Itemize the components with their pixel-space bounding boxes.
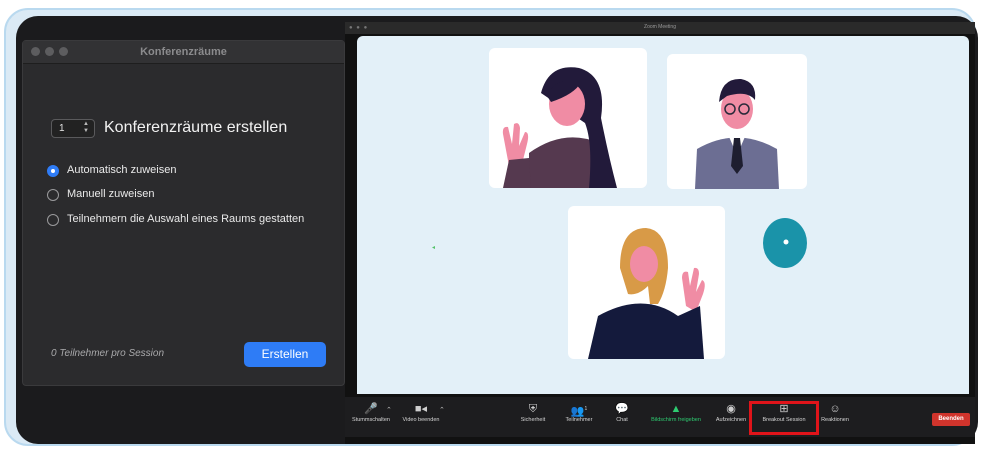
video-camera-icon: ■◂: [414, 403, 428, 415]
participants-button[interactable]: 👥1 Teilnehmer: [559, 403, 599, 423]
chat-icon: 💬: [615, 403, 629, 415]
video-options-chevron-icon[interactable]: ⌃: [439, 406, 445, 414]
meeting-stage: ◂: [357, 36, 969, 394]
zoom-window-title: Zoom Meeting: [644, 24, 676, 30]
share-screen-button[interactable]: ▲ Bildschirm freigeben: [645, 403, 707, 423]
avatar-illustration-man-glasses: [695, 78, 779, 189]
participant-card-2: [667, 54, 807, 189]
zoom-titlebar: ● ● ● Zoom Meeting: [345, 22, 975, 34]
participant-count: 1: [584, 406, 588, 412]
share-screen-icon: ▲: [670, 403, 682, 415]
option-label: Teilnehmern die Auswahl eines Raums gest…: [67, 213, 305, 225]
breakout-highlight-box: [749, 401, 819, 435]
participant-card-1: [489, 48, 647, 188]
create-button[interactable]: Erstellen: [244, 342, 326, 367]
chat-button[interactable]: 💬 Chat: [607, 403, 637, 423]
record-button[interactable]: ◉ Aufzeichnen: [711, 403, 751, 423]
security-button[interactable]: ⛨ Sicherheit: [513, 403, 553, 423]
option-label: Automatisch zuweisen: [67, 164, 177, 176]
decorative-green-mark: ◂: [432, 245, 436, 251]
participants-icon: 👥1: [570, 405, 588, 418]
room-count-value: 1: [59, 123, 65, 134]
participants-per-session-note: 0 Teilnehmer pro Session: [51, 348, 165, 359]
zoom-meeting-window: ● ● ● Zoom Meeting ◂ 🎤 Stummschalten ⌃ ■…: [345, 22, 975, 444]
reactions-icon: ☺: [829, 403, 841, 415]
participant-card-3: [568, 206, 725, 359]
stop-video-button[interactable]: ■◂ Video beenden: [399, 403, 443, 423]
meeting-toolbar: 🎤 Stummschalten ⌃ ■◂ Video beenden ⌃ ⛨ S…: [345, 397, 975, 437]
avatar-illustration-woman-hijab: [588, 228, 705, 359]
reactions-button[interactable]: ☺ Reaktionen: [815, 403, 855, 423]
radio-selected-icon[interactable]: [47, 165, 59, 177]
end-meeting-button[interactable]: Beenden: [932, 413, 970, 426]
audio-options-chevron-icon[interactable]: ⌃: [386, 406, 392, 414]
dialog-title: Konferenzräume: [140, 46, 227, 58]
shield-icon: ⛨: [528, 403, 538, 415]
radio-unselected-icon[interactable]: [47, 189, 59, 201]
breakout-rooms-dialog: Konferenzräume 1 ▲ ▼ Konferenzräume erste…: [22, 40, 345, 386]
avatar-illustration-woman-waving: [502, 67, 617, 188]
decorative-teal-circle: [763, 218, 807, 268]
record-icon: ◉: [726, 403, 736, 415]
create-rooms-heading: Konferenzräume erstellen: [104, 119, 288, 136]
stepper-arrows-icon[interactable]: ▲ ▼: [83, 121, 89, 135]
radio-unselected-icon[interactable]: [47, 214, 59, 226]
dialog-titlebar: Konferenzräume: [23, 41, 344, 64]
option-label: Manuell zuweisen: [67, 188, 155, 200]
room-count-stepper[interactable]: 1 ▲ ▼: [51, 119, 95, 138]
